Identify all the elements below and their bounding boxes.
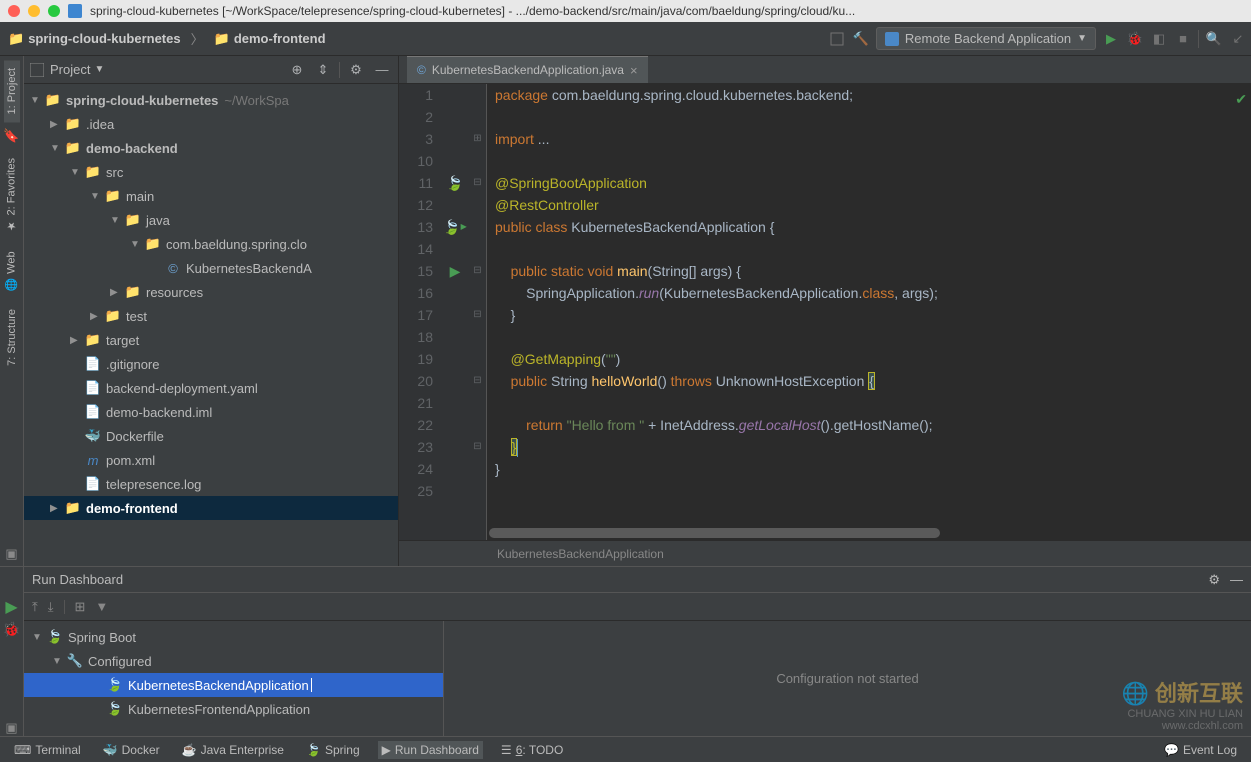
status-javaee[interactable]: ☕Java Enterprise <box>178 741 288 759</box>
dash-debug-icon[interactable]: 🐞 <box>3 621 20 638</box>
rail-tab-project[interactable]: 1: Project <box>4 60 20 122</box>
breadcrumb-root[interactable]: 📁 spring-cloud-kubernetes <box>4 29 185 49</box>
project-tool-window: Project ▼ ⊕ ⇕ ⚙ — ▼📁spring-cloud-kuberne… <box>24 56 399 566</box>
editor-breadcrumb: KubernetesBackendApplication <box>399 540 1251 566</box>
javaee-icon: ☕ <box>182 743 197 757</box>
tree-selected-item: ▶📁demo-frontend <box>24 496 398 520</box>
close-tab-icon[interactable]: × <box>630 63 638 78</box>
inspection-ok-icon: ✔ <box>1235 88 1247 110</box>
search-everywhere-icon[interactable]: 🔍 <box>1205 30 1223 48</box>
dashboard-title: Run Dashboard <box>32 572 123 587</box>
dash-tb-icon[interactable]: ⤒ <box>32 599 38 615</box>
dash-run-icon[interactable]: ▶ <box>5 597 17 617</box>
status-terminal[interactable]: ⌨Terminal <box>10 741 85 759</box>
filter-icon[interactable]: ▼ <box>95 599 108 614</box>
gear-icon[interactable]: ⚙ <box>346 60 366 80</box>
window-maximize[interactable] <box>48 5 60 17</box>
status-docker[interactable]: 🐳Docker <box>99 741 164 759</box>
spring-icon: 🍃 <box>306 743 321 757</box>
bookmark-icon[interactable]: 🔖 <box>4 128 20 144</box>
status-run-dashboard[interactable]: ▶Run Dashboard <box>378 741 483 759</box>
stop-icon[interactable]: ■ <box>1174 30 1192 48</box>
dashboard-selected-item: 🍃KubernetesBackendApplication <box>24 673 443 697</box>
dash-tb-icon[interactable]: ⤓ <box>48 599 54 615</box>
dashboard-message: Configuration not started <box>444 621 1251 736</box>
titlebar: spring-cloud-kubernetes [~/WorkSpace/tel… <box>0 0 1251 22</box>
todo-icon: ☰ <box>501 743 512 757</box>
debug-icon[interactable]: 🐞 <box>1126 30 1144 48</box>
code-editor[interactable]: ✔ 12310111213141516171819202122232425 🍃🍃… <box>399 84 1251 540</box>
chevron-down-icon: ▼ <box>1077 33 1087 44</box>
folder-icon: 📁 <box>8 31 24 47</box>
collapse-icon[interactable]: ⇕ <box>313 60 333 80</box>
statusbar: ⌨Terminal 🐳Docker ☕Java Enterprise 🍃Spri… <box>0 736 1251 762</box>
editor-tab[interactable]: © KubernetesBackendApplication.java × <box>407 56 648 83</box>
rail-tab-favorites[interactable]: ★ 2: Favorites <box>3 150 20 240</box>
folder-icon: 📁 <box>214 31 230 47</box>
app-icon <box>68 4 82 18</box>
locate-icon[interactable]: ⊕ <box>287 60 307 80</box>
status-spring[interactable]: 🍃Spring <box>302 741 364 759</box>
play-icon: ▶ <box>382 743 391 757</box>
class-icon: © <box>417 63 426 77</box>
run-dashboard: ▶ 🐞 ▣ Run Dashboard ⚙ — ⤒ ⤓ ⊞ ▼ ▼🍃Spring <box>0 566 1251 736</box>
editor-area: © KubernetesBackendApplication.java × ✔ … <box>399 56 1251 566</box>
breadcrumb-module[interactable]: 📁 demo-frontend <box>210 29 330 49</box>
ide-settings-icon[interactable]: ↙ <box>1229 30 1247 48</box>
rail-tab-web[interactable]: 🌐 Web <box>3 243 20 299</box>
breadcrumb: 📁 spring-cloud-kubernetes 〉 📁 demo-front… <box>4 29 330 49</box>
window-title: spring-cloud-kubernetes [~/WorkSpace/tel… <box>90 4 1243 18</box>
chevron-right-icon: 〉 <box>191 29 204 48</box>
dash-layout-icon[interactable]: ▣ <box>5 720 17 736</box>
project-dropdown[interactable]: Project ▼ <box>50 62 104 77</box>
project-view-icon <box>30 63 44 77</box>
hide-icon[interactable]: — <box>372 60 392 80</box>
run-icon[interactable]: ▶ <box>1102 30 1120 48</box>
application-icon <box>885 32 899 46</box>
status-event-log[interactable]: 💬Event Log <box>1160 741 1241 759</box>
breadcrumb-class[interactable]: KubernetesBackendApplication <box>489 544 672 564</box>
coverage-icon[interactable]: ◧ <box>1150 30 1168 48</box>
run-config-selector[interactable]: Remote Backend Application ▼ <box>876 27 1096 50</box>
window-close[interactable] <box>8 5 20 17</box>
hammer-icon[interactable]: 🔨 <box>852 30 870 48</box>
rail-tab-structure[interactable]: 7: Structure <box>4 301 20 374</box>
rail-bottom-icon[interactable]: ▣ <box>4 546 20 562</box>
project-tree[interactable]: ▼📁spring-cloud-kubernetes~/WorkSpa ▶📁.id… <box>24 84 398 566</box>
gear-icon[interactable]: ⚙ <box>1208 572 1220 588</box>
status-todo[interactable]: ☰6: TODO <box>497 741 567 759</box>
docker-icon: 🐳 <box>103 743 118 757</box>
window-minimize[interactable] <box>28 5 40 17</box>
dashboard-tree[interactable]: ▼🍃Spring Boot ▼🔧Configured 🍃KubernetesBa… <box>24 621 444 736</box>
build-icon[interactable] <box>828 30 846 48</box>
left-tool-rail: 1: Project 🔖 ★ 2: Favorites 🌐 Web 7: Str… <box>0 56 24 566</box>
navbar: 📁 spring-cloud-kubernetes 〉 📁 demo-front… <box>0 22 1251 56</box>
editor-scrollbar[interactable] <box>489 528 1241 538</box>
terminal-icon: ⌨ <box>14 743 31 757</box>
editor-tabs: © KubernetesBackendApplication.java × <box>399 56 1251 84</box>
dash-tb-icon[interactable]: ⊞ <box>75 599 86 615</box>
hide-icon[interactable]: — <box>1230 572 1243 587</box>
eventlog-icon: 💬 <box>1164 743 1179 757</box>
